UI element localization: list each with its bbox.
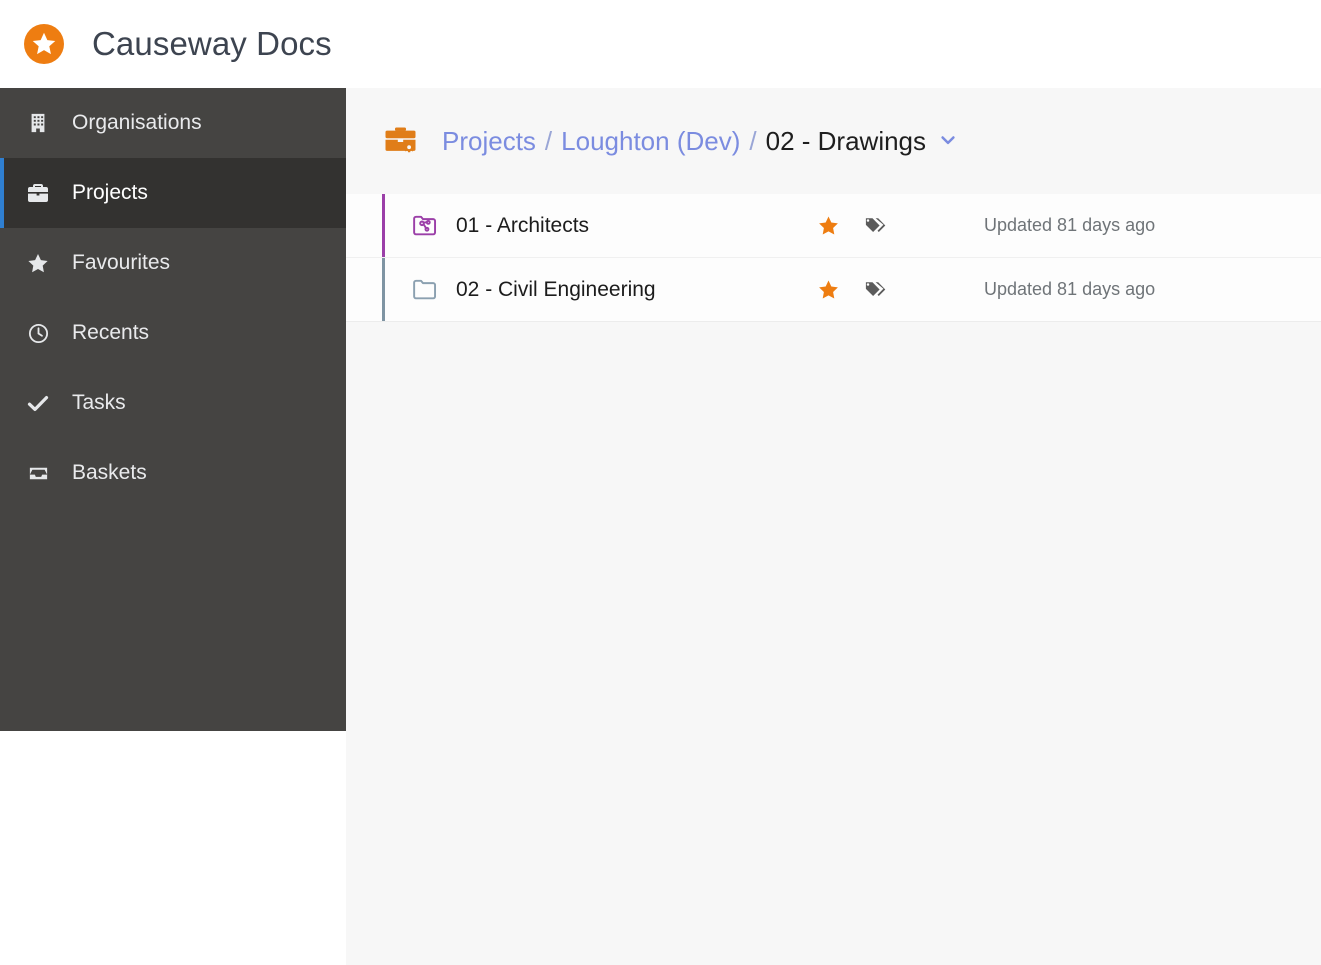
briefcase-icon	[24, 179, 52, 207]
table-row[interactable]: 01 - Architects Updated 81 days ago	[346, 194, 1321, 258]
sidebar-item-label: Projects	[72, 181, 148, 204]
project-briefcase-gear-icon	[380, 120, 422, 162]
star-icon[interactable]	[816, 278, 840, 302]
row-actions	[816, 278, 886, 302]
folder-list: 01 - Architects Updated 81 days ago 02 -…	[346, 194, 1321, 322]
sidebar: Organisations Projects Favourites Recent…	[0, 88, 346, 731]
row-accent-bar	[382, 258, 385, 321]
clock-icon	[24, 319, 52, 347]
breadcrumb-separator: /	[749, 125, 757, 156]
sidebar-item-recents[interactable]: Recents	[0, 298, 346, 368]
sidebar-item-label: Recents	[72, 321, 150, 344]
sidebar-item-organisations[interactable]: Organisations	[0, 88, 346, 158]
brand-header: Causeway Docs	[0, 0, 1321, 88]
breadcrumb-link-projects[interactable]: Projects	[442, 126, 536, 157]
inbox-icon	[24, 459, 52, 487]
breadcrumb: Projects / Loughton (Dev) / 02 - Drawing…	[442, 126, 958, 157]
sidebar-item-label: Favourites	[72, 251, 171, 274]
star-icon	[24, 249, 52, 277]
sidebar-item-tasks[interactable]: Tasks	[0, 368, 346, 438]
row-title: 02 - Civil Engineering	[456, 277, 656, 301]
sidebar-item-favourites[interactable]: Favourites	[0, 228, 346, 298]
shared-folder-icon	[410, 211, 440, 241]
breadcrumb-current: 02 - Drawings	[765, 125, 927, 156]
main-content: Projects / Loughton (Dev) / 02 - Drawing…	[346, 88, 1321, 965]
folder-icon	[410, 275, 440, 305]
row-title: 01 - Architects	[456, 213, 590, 237]
row-updated: Updated 81 days ago	[984, 215, 1156, 235]
building-icon	[24, 109, 52, 137]
table-row[interactable]: 02 - Civil Engineering Updated 81 days a…	[346, 258, 1321, 322]
app-logo[interactable]	[24, 24, 64, 64]
breadcrumb-link-loughton-dev[interactable]: Loughton (Dev)	[561, 126, 740, 157]
empty-area	[346, 322, 1321, 965]
sidebar-item-label: Organisations	[72, 111, 202, 134]
sidebar-item-label: Tasks	[72, 391, 126, 414]
star-icon[interactable]	[816, 214, 840, 238]
tags-icon[interactable]	[862, 214, 886, 238]
tags-icon[interactable]	[862, 278, 886, 302]
row-updated: Updated 81 days ago	[984, 279, 1156, 299]
breadcrumb-bar: Projects / Loughton (Dev) / 02 - Drawing…	[346, 88, 1321, 194]
app-root: Causeway Docs Organisations Projects Fav…	[0, 0, 1321, 965]
sidebar-item-label: Baskets	[72, 461, 147, 484]
check-icon	[24, 389, 52, 417]
sidebar-item-projects[interactable]: Projects	[0, 158, 346, 228]
sidebar-item-baskets[interactable]: Baskets	[0, 438, 346, 508]
chevron-down-icon[interactable]	[938, 130, 958, 150]
row-accent-bar	[382, 194, 385, 257]
row-actions	[816, 214, 886, 238]
app-title: Causeway Docs	[92, 25, 332, 62]
star-badge-icon	[32, 32, 56, 55]
breadcrumb-separator: /	[544, 125, 553, 156]
